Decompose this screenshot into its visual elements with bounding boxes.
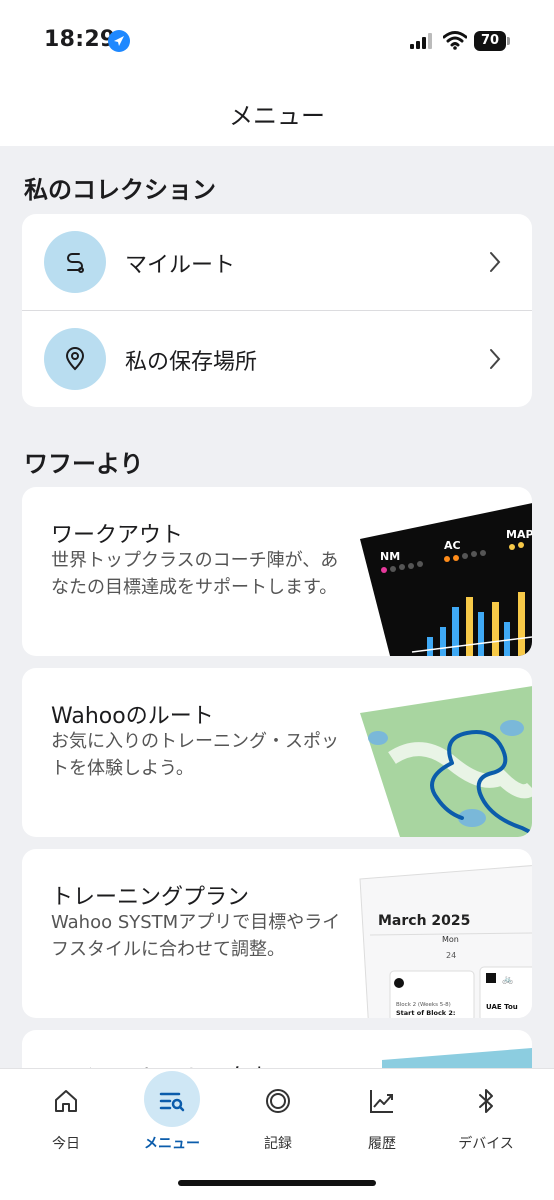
location-arrow-icon <box>108 30 130 52</box>
calendar-event-2: UAE Tou <box>486 1003 518 1011</box>
promo-description: Wahoo SYSTMアプリで目標やライフスタイルに合わせて調整。 <box>51 912 341 960</box>
tab-label: 記録 <box>264 1136 292 1152</box>
image-label-map: MAP <box>506 528 532 541</box>
calendar-day: Mon <box>442 935 459 944</box>
wifi-icon <box>443 31 467 50</box>
promo-card-workouts[interactable]: ワークアウト 世界トップクラスのコーチ陣が、あなたの目標達成をサポートします。 … <box>22 487 532 656</box>
battery-level: 70 <box>474 31 506 51</box>
tab-history[interactable]: 履歴 <box>332 1069 432 1169</box>
nav-header: メニュー <box>0 80 554 146</box>
workout-chart-image: NM AC MAP <box>360 503 532 656</box>
calendar-event: Start of Block 2: <box>396 1009 456 1017</box>
tab-record[interactable]: 記録 <box>228 1069 328 1169</box>
list-item-label: マイルート <box>125 253 236 278</box>
calendar-image: March 2025 Mon 24 Block 2 (Weeks 5-8) St… <box>359 865 532 1018</box>
battery-icon: 70 <box>474 31 510 51</box>
svg-text:🚲: 🚲 <box>502 975 513 985</box>
tab-label: デバイス <box>458 1136 514 1152</box>
tab-devices[interactable]: デバイス <box>436 1069 536 1169</box>
image-label-nm: NM <box>380 550 400 563</box>
tab-today[interactable]: 今日 <box>16 1069 116 1169</box>
home-indicator <box>178 1180 376 1186</box>
promo-card-wahoo-routes[interactable]: Wahooのルート お気に入りのトレーニング・スポットを体験しよう。 <box>22 668 532 837</box>
promo-description: 世界トップクラスのコーチ陣が、あなたの目標達成をサポートします。 <box>51 550 339 598</box>
history-chart-icon <box>370 1090 393 1113</box>
image-label-ac: AC <box>444 539 461 552</box>
chevron-right-icon <box>490 252 501 272</box>
collection-card: マイルート 私の保存場所 <box>22 214 532 407</box>
route-map-image <box>360 686 532 837</box>
tab-label: 今日 <box>52 1136 80 1152</box>
list-item-saved-places[interactable]: 私の保存場所 <box>22 311 532 407</box>
cellular-signal-icon <box>410 33 432 49</box>
record-icon <box>266 1089 290 1113</box>
section-title-collection: 私のコレクション <box>24 176 216 204</box>
chevron-right-icon <box>490 349 501 369</box>
status-time: 18:29 <box>44 27 116 52</box>
list-item-label: 私の保存場所 <box>125 350 258 375</box>
home-icon <box>55 1090 77 1112</box>
bluetooth-icon <box>479 1089 493 1113</box>
tab-menu[interactable]: メニュー <box>122 1069 222 1169</box>
menu-search-icon <box>159 1092 185 1112</box>
tab-label: メニュー <box>144 1136 200 1152</box>
location-pin-icon <box>44 328 106 390</box>
calendar-date: 24 <box>446 951 456 960</box>
list-item-my-routes[interactable]: マイルート <box>22 214 532 310</box>
route-icon <box>44 231 106 293</box>
promo-description: お気に入りのトレーニング・スポットを体験しよう。 <box>51 731 339 779</box>
status-bar: 18:29 70 <box>0 0 554 80</box>
page-title: メニュー <box>229 102 325 130</box>
tab-label: 履歴 <box>368 1136 396 1152</box>
promo-card-training-plans[interactable]: トレーニングプラン Wahoo SYSTMアプリで目標やライフスタイルに合わせて… <box>22 849 532 1018</box>
calendar-block: Block 2 (Weeks 5-8) <box>396 1002 451 1008</box>
promo-title: Wahooのルート <box>51 704 214 729</box>
promo-title: ワークアウト <box>51 523 184 548</box>
promo-title: トレーニングプラン <box>51 885 250 910</box>
calendar-month: March 2025 <box>378 913 470 929</box>
section-title-from-wahoo: ワフーより <box>24 450 144 478</box>
